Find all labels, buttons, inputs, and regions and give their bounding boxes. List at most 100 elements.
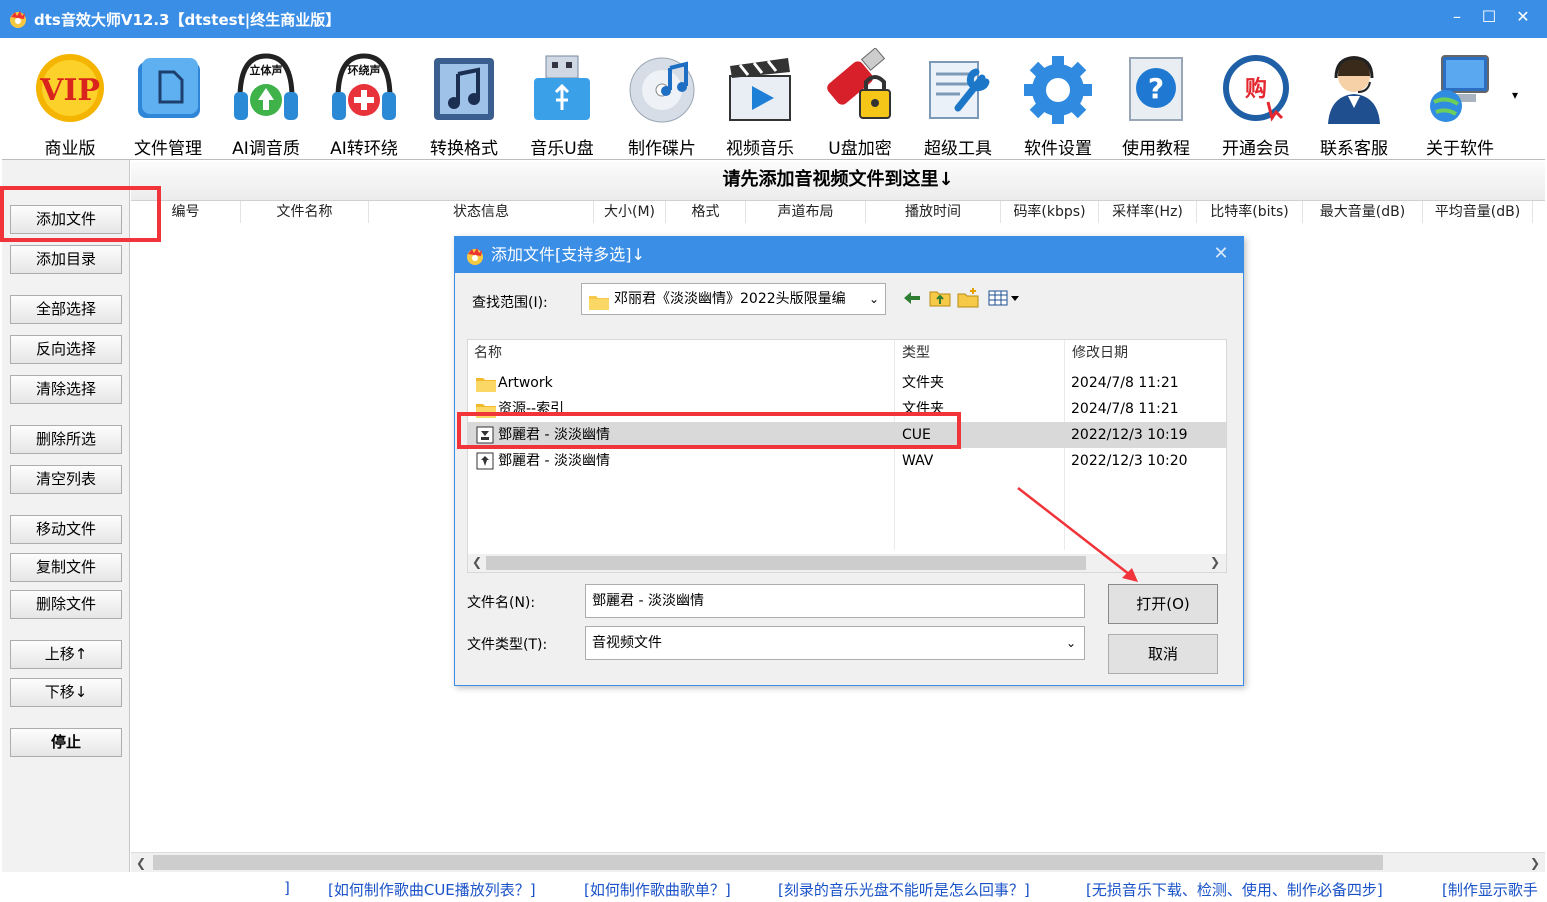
disc-icon <box>626 48 698 128</box>
filetype-select[interactable]: 音视频文件 ⌄ <box>585 626 1085 660</box>
help-link-song-list[interactable]: [如何制作歌曲歌单？] <box>584 879 731 900</box>
stereo-headphones-icon: 立体声 <box>230 48 302 128</box>
help-links-bar: ] [如何制作歌曲CUE播放列表？] [如何制作歌曲歌单？] [刻录的音乐光盘不… <box>0 874 1547 902</box>
about-computer-icon <box>1424 48 1496 128</box>
toolbar-video-music[interactable]: 视频音乐 <box>712 42 808 159</box>
toolbar-membership[interactable]: 购 开通会员 <box>1208 42 1304 159</box>
file-type: WAV <box>902 453 934 469</box>
help-link-cue-playlist[interactable]: [如何制作歌曲CUE播放列表？] <box>328 879 536 900</box>
help-link-show-singer[interactable]: [制作显示歌手 <box>1442 879 1538 900</box>
list-horizontal-scrollbar[interactable]: ❮ ❯ <box>131 852 1545 872</box>
column-header-size[interactable]: 大小(M) <box>594 201 666 223</box>
window-title: dts音效大师V12.3【dtstest|终生商业版】 <box>34 10 341 29</box>
clear-selection-button[interactable]: 清除选择 <box>10 375 122 404</box>
column-header-date[interactable]: 修改日期 <box>1066 340 1128 366</box>
shop-icon: 购 <box>1220 48 1292 128</box>
open-button[interactable]: 打开(O) <box>1108 584 1218 624</box>
column-header-format[interactable]: 格式 <box>666 201 746 223</box>
filetype-value: 音视频文件 <box>592 635 662 651</box>
toolbar-tutorial[interactable]: ? 使用教程 <box>1108 42 1204 159</box>
delete-selected-button[interactable]: 删除所选 <box>10 425 122 454</box>
toolbar-label: 软件设置 <box>1024 139 1092 159</box>
column-header-name[interactable]: 名称 <box>468 340 502 366</box>
add-folder-button[interactable]: 添加目录 <box>10 245 122 274</box>
move-up-button[interactable]: 上移↑ <box>10 640 122 669</box>
column-header-max-volume[interactable]: 最大音量(dB) <box>1303 201 1423 223</box>
invert-selection-button[interactable]: 反向选择 <box>10 335 122 364</box>
move-file-button[interactable]: 移动文件 <box>10 515 122 544</box>
dialog-horizontal-scrollbar[interactable]: ❮ ❯ <box>468 554 1226 572</box>
toolbar-convert-format[interactable]: 转换格式 <box>416 42 512 159</box>
toolbar-about[interactable]: 关于软件 <box>1412 42 1508 159</box>
maximize-button[interactable]: ☐ <box>1474 4 1504 30</box>
copy-file-button[interactable]: 复制文件 <box>10 553 122 582</box>
scroll-left-icon[interactable]: ❮ <box>472 555 482 569</box>
dialog-file-list[interactable]: 名称 类型 修改日期 Artwork 文件夹 2024/7/8 11:21 资源… <box>467 339 1227 573</box>
column-header-type[interactable]: 类型 <box>896 340 930 366</box>
minimize-button[interactable]: – <box>1442 4 1472 30</box>
help-link-lossless-steps[interactable]: [无损音乐下载、检测、使用、制作必备四步] <box>1086 879 1383 900</box>
toolbar-usb-encrypt[interactable]: U盘加密 <box>812 42 908 159</box>
delete-file-button[interactable]: 删除文件 <box>10 590 122 619</box>
toolbar-file-manager[interactable]: 文件管理 <box>120 42 216 159</box>
toolbar-customer-service[interactable]: 联系客服 <box>1306 42 1402 159</box>
toolbar-settings[interactable]: 软件设置 <box>1010 42 1106 159</box>
back-arrow-icon[interactable] <box>901 287 923 309</box>
toolbar-label: 开通会员 <box>1222 139 1290 159</box>
toolbar-ai-surround[interactable]: 环绕声 AI转环绕 <box>316 42 412 159</box>
toolbar-label: 超级工具 <box>924 139 992 159</box>
scrollbar-thumb[interactable] <box>153 855 1383 870</box>
scroll-left-icon[interactable]: ❮ <box>131 853 151 873</box>
toolbar-label: 商业版 <box>44 139 96 159</box>
toolbar-label: 文件管理 <box>134 139 202 159</box>
drop-hint-banner: 请先添加音视频文件到这里↓ <box>131 162 1545 200</box>
dialog-close-button[interactable]: ✕ <box>1209 241 1233 267</box>
file-name: Artwork <box>498 375 553 391</box>
column-header-filename[interactable]: 文件名称 <box>241 201 369 223</box>
highlight-cue-file <box>457 412 961 449</box>
toolbar-make-disc[interactable]: 制作碟片 <box>614 42 710 159</box>
up-folder-icon[interactable] <box>929 287 951 309</box>
column-header-channel-layout[interactable]: 声道布局 <box>746 201 866 223</box>
column-header-bit-depth[interactable]: 比特率(bits) <box>1197 201 1303 223</box>
toolbar-commercial[interactable]: VIP 商业版 <box>22 42 118 159</box>
svg-text:VIP: VIP <box>39 73 100 108</box>
help-link[interactable]: ] <box>284 879 290 897</box>
toolbar-super-tools[interactable]: 超级工具 <box>910 42 1006 159</box>
file-row[interactable]: Artwork 文件夹 2024/7/8 11:21 <box>468 370 1226 396</box>
select-all-button[interactable]: 全部选择 <box>10 295 122 324</box>
stop-button[interactable]: 停止 <box>10 728 122 757</box>
file-row[interactable]: 鄧麗君 - 淡淡幽情 WAV 2022/12/3 10:20 <box>468 448 1226 474</box>
scroll-right-icon[interactable]: ❯ <box>1525 853 1545 873</box>
cancel-button[interactable]: 取消 <box>1108 634 1218 674</box>
surround-headphones-icon: 环绕声 <box>328 48 400 128</box>
tools-icon <box>922 48 994 128</box>
close-button[interactable]: ✕ <box>1508 4 1538 30</box>
vip-icon: VIP <box>34 48 106 128</box>
video-clapper-icon <box>724 48 796 128</box>
clear-list-button[interactable]: 清空列表 <box>10 465 122 494</box>
toolbar-label: 关于软件 <box>1426 139 1494 159</box>
move-down-button[interactable]: 下移↓ <box>10 678 122 707</box>
view-menu-icon[interactable] <box>987 287 1021 309</box>
column-header-bitrate[interactable]: 码率(kbps) <box>1001 201 1099 223</box>
column-header-sample-rate[interactable]: 采样率(Hz) <box>1099 201 1197 223</box>
file-date: 2022/12/3 10:20 <box>1071 453 1188 469</box>
toolbar-music-usb[interactable]: 音乐U盘 <box>514 42 610 159</box>
column-header-avg-volume[interactable]: 平均音量(dB) <box>1423 201 1533 223</box>
scrollbar-thumb[interactable] <box>486 556 1086 570</box>
filename-input[interactable]: 鄧麗君 - 淡淡幽情 <box>585 584 1085 618</box>
look-in-dropdown[interactable]: 邓丽君《淡淡幽情》2022头版限量编 ⌄ <box>581 283 886 315</box>
svg-text:?: ? <box>1148 72 1164 105</box>
file-name: 鄧麗君 - 淡淡幽情 <box>498 453 610 469</box>
toolbar-overflow-chevron-icon[interactable]: ▾ <box>1507 88 1523 102</box>
column-header-status[interactable]: 状态信息 <box>369 201 594 223</box>
file-manager-icon <box>132 48 204 128</box>
toolbar-ai-tune[interactable]: 立体声 AI调音质 <box>218 42 314 159</box>
new-folder-icon[interactable] <box>957 287 979 309</box>
wav-file-icon <box>476 452 494 470</box>
scroll-right-icon[interactable]: ❯ <box>1210 555 1220 569</box>
look-in-value: 邓丽君《淡淡幽情》2022头版限量编 <box>614 291 846 307</box>
column-header-duration[interactable]: 播放时间 <box>866 201 1001 223</box>
help-link-disc-not-playing[interactable]: [刻录的音乐光盘不能听是怎么回事？] <box>778 879 1030 900</box>
